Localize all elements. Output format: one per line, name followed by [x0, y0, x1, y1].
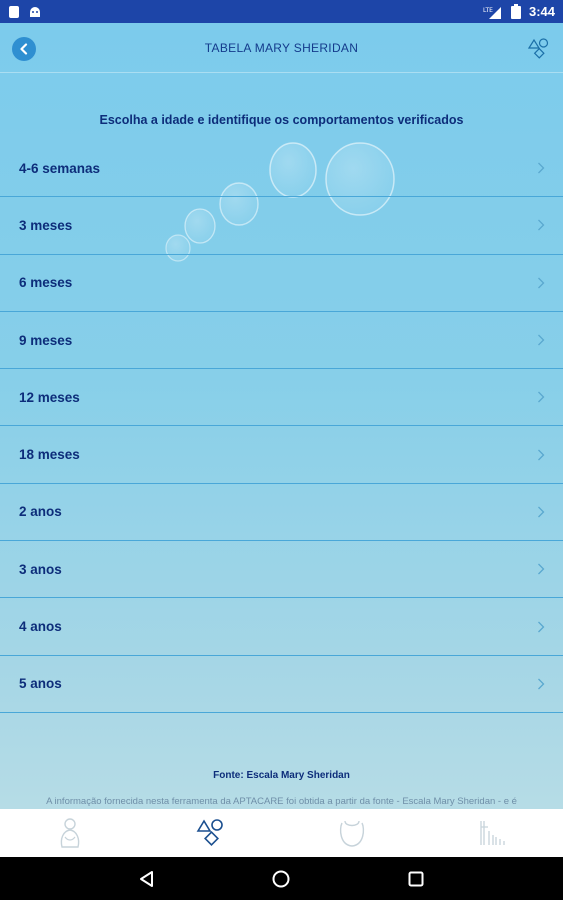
- network-type: LTE: [483, 7, 493, 14]
- list-item-6-meses[interactable]: 6 meses: [0, 255, 563, 312]
- instruction-text: Escolha a idade e identifique os comport…: [99, 113, 464, 127]
- status-bar: LTE 3:44: [0, 0, 563, 23]
- list-item-label: 3 meses: [19, 217, 73, 233]
- status-right: LTE 3:44: [483, 4, 555, 19]
- page-title: TABELA MARY SHERIDAN: [204, 40, 359, 55]
- chevron-right-icon: [538, 563, 545, 575]
- shapes-icon[interactable]: [527, 36, 549, 60]
- notification-icon: [9, 5, 19, 18]
- list-item-label: 9 meses: [19, 332, 73, 348]
- list-item-4-6-semanas[interactable]: 4-6 semanas: [0, 140, 563, 198]
- chevron-right-icon: [538, 162, 545, 174]
- signal-icon: LTE: [483, 6, 501, 19]
- battery-icon: [510, 4, 521, 19]
- list-item-2-anos[interactable]: 2 anos: [0, 484, 563, 542]
- back-button[interactable]: [12, 37, 36, 61]
- system-nav-bar: [0, 857, 563, 900]
- list-item-label: 12 meses: [19, 389, 80, 405]
- disclaimer-text: A informação fornecida nesta ferramenta …: [46, 796, 517, 807]
- list-item-label: 18 meses: [19, 447, 80, 463]
- recents-nav-button[interactable]: [396, 859, 436, 899]
- list-item-5-anos[interactable]: 5 anos: [0, 656, 563, 713]
- list-item-18-meses[interactable]: 18 meses: [0, 426, 563, 484]
- circle-home-icon: [272, 870, 290, 887]
- age-list: 4-6 semanas 3 meses 6 meses 9 meses 12 m…: [0, 140, 563, 713]
- list-item-9-meses[interactable]: 9 meses: [0, 312, 563, 370]
- chevron-right-icon: [538, 678, 545, 690]
- shapes-icon: [196, 819, 223, 846]
- list-item-label: 6 meses: [19, 275, 73, 291]
- chevron-right-icon: [538, 219, 545, 231]
- back-nav-button[interactable]: [127, 859, 167, 899]
- status-time: 3:44: [528, 4, 555, 19]
- list-item-3-anos[interactable]: 3 anos: [0, 541, 563, 599]
- list-item-label: 2 anos: [19, 504, 62, 520]
- triangle-back-icon: [140, 870, 154, 887]
- chevron-left-icon: [20, 43, 28, 55]
- chevron-right-icon: [538, 449, 545, 461]
- chevron-right-icon: [538, 391, 545, 403]
- status-left: [8, 5, 42, 19]
- nav-item-baby[interactable]: [40, 809, 100, 857]
- list-item-label: 4-6 semanas: [19, 160, 101, 176]
- chevron-right-icon: [538, 334, 545, 346]
- bib-icon: [339, 820, 364, 847]
- chevron-right-icon: [538, 506, 545, 518]
- app-screen: TABELA MARY SHERIDAN Escolha a idade e i…: [0, 23, 563, 809]
- growth-chart-icon: [479, 821, 505, 845]
- list-item-label: 3 anos: [19, 561, 62, 577]
- nav-item-shapes[interactable]: [181, 809, 241, 857]
- android-icon: [30, 6, 40, 17]
- list-item-4-anos[interactable]: 4 anos: [0, 598, 563, 656]
- chevron-right-icon: [538, 621, 545, 632]
- nav-item-bib[interactable]: [322, 809, 382, 857]
- baby-icon: [61, 818, 80, 848]
- home-nav-button[interactable]: [261, 859, 301, 899]
- nav-item-growth[interactable]: [463, 809, 523, 857]
- square-recents-icon: [408, 871, 424, 886]
- bottom-nav: [0, 809, 563, 857]
- source-text: Fonte: Escala Mary Sheridan: [213, 770, 350, 781]
- list-item-12-meses[interactable]: 12 meses: [0, 369, 563, 427]
- list-item-label: 5 anos: [19, 676, 62, 692]
- app-header: TABELA MARY SHERIDAN: [0, 23, 563, 73]
- chevron-right-icon: [538, 277, 545, 289]
- list-item-label: 4 anos: [19, 619, 62, 635]
- list-item-3-meses[interactable]: 3 meses: [0, 197, 563, 255]
